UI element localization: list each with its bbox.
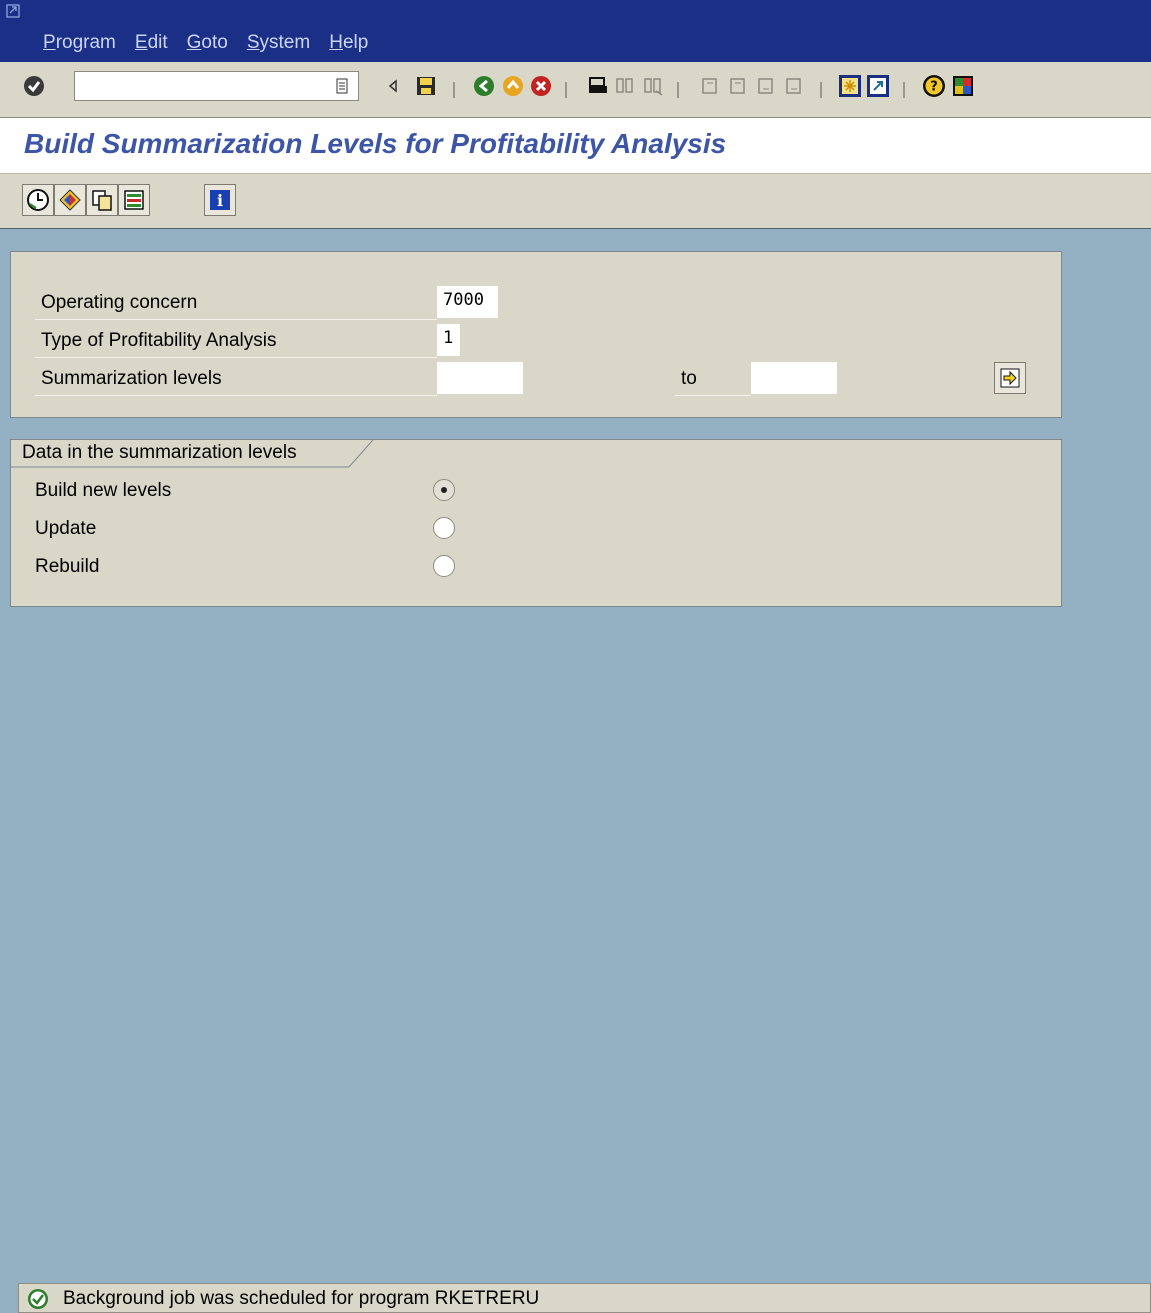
menu: Program Edit Goto System Help <box>43 32 387 54</box>
shortcut-icon[interactable] <box>866 74 890 98</box>
title-bar: Build Summarization Levels for Profitabi… <box>0 118 1151 173</box>
summarization-levels-label: Summarization levels <box>41 368 222 389</box>
rebuild-radio[interactable] <box>433 555 455 577</box>
execute-in-background-icon <box>27 189 49 211</box>
selection-options-button[interactable] <box>118 184 150 216</box>
update-radio[interactable] <box>433 517 455 539</box>
info-icon: i <box>210 190 230 210</box>
group-title-tab: Data in the summarization levels <box>11 440 375 468</box>
get-variant-button[interactable] <box>54 184 86 216</box>
back-icon[interactable] <box>472 74 496 98</box>
to-label: to <box>681 368 697 389</box>
page-title: Build Summarization Levels for Profitabi… <box>24 128 727 159</box>
first-page-icon[interactable] <box>698 74 722 98</box>
create-session-icon[interactable] <box>838 74 862 98</box>
system-toolbar: ? <box>0 62 1151 118</box>
find-icon[interactable] <box>613 74 637 98</box>
rebuild-label: Rebuild <box>35 556 100 577</box>
success-icon <box>28 1289 48 1309</box>
type-of-profitability-analysis-field[interactable]: 1 <box>437 324 460 356</box>
svg-text:?: ? <box>930 80 938 95</box>
multiple-selection-icon <box>1000 368 1020 388</box>
save-icon[interactable] <box>414 74 438 98</box>
status-bar: Background job was scheduled for program… <box>18 1283 1151 1313</box>
command-field-history-icon[interactable] <box>336 78 348 94</box>
svg-text:i: i <box>217 191 223 210</box>
data-in-summarization-levels-group: Data in the summarization levels Build n… <box>10 439 1062 607</box>
operating-concern-field[interactable]: 7000 <box>437 286 498 318</box>
menu-item-program[interactable]: Program <box>43 32 116 54</box>
help-icon[interactable]: ? <box>922 74 946 98</box>
last-page-icon[interactable] <box>782 74 806 98</box>
type-of-profitability-analysis-label: Type of Profitability Analysis <box>41 330 277 351</box>
copy-button[interactable] <box>86 184 118 216</box>
command-field[interactable] <box>74 71 359 101</box>
program-documentation-button[interactable]: i <box>204 184 236 216</box>
exit-icon[interactable] <box>501 74 525 98</box>
summarization-levels-to-field[interactable] <box>751 362 837 394</box>
application-toolbar: i <box>0 173 1151 229</box>
cancel-icon[interactable] <box>529 74 553 98</box>
group-title: Data in the summarization levels <box>22 442 297 463</box>
menu-item-goto[interactable]: Goto <box>187 32 228 54</box>
operating-concern-label: Operating concern <box>41 292 198 313</box>
previous-page-icon[interactable] <box>726 74 750 98</box>
next-page-icon[interactable] <box>754 74 778 98</box>
customize-layout-icon[interactable] <box>951 74 975 98</box>
menu-item-help[interactable]: Help <box>329 32 368 54</box>
menu-bar: Program Edit Goto System Help <box>0 0 1151 62</box>
build-new-levels-radio[interactable] <box>433 479 455 501</box>
variant-icon <box>59 189 81 211</box>
summarization-levels-from-field[interactable] <box>437 362 523 394</box>
menu-item-edit[interactable]: Edit <box>135 32 168 54</box>
menu-item-system[interactable]: System <box>247 32 310 54</box>
selection-group: Operating concern 7000 Type of Profitabi… <box>10 251 1062 418</box>
build-new-levels-label: Build new levels <box>35 480 172 501</box>
status-message: Background job was scheduled for program… <box>63 1288 540 1309</box>
update-label: Update <box>35 518 97 539</box>
selection-options-icon <box>124 190 144 210</box>
find-next-icon[interactable] <box>641 74 665 98</box>
system-menu-icon[interactable] <box>6 4 20 18</box>
execute-in-background-button[interactable] <box>22 184 54 216</box>
enter-icon[interactable] <box>22 74 46 98</box>
copy-icon <box>92 190 112 211</box>
print-icon[interactable] <box>586 74 610 98</box>
expand-icon[interactable] <box>381 74 405 98</box>
multiple-selection-button[interactable] <box>994 362 1026 394</box>
